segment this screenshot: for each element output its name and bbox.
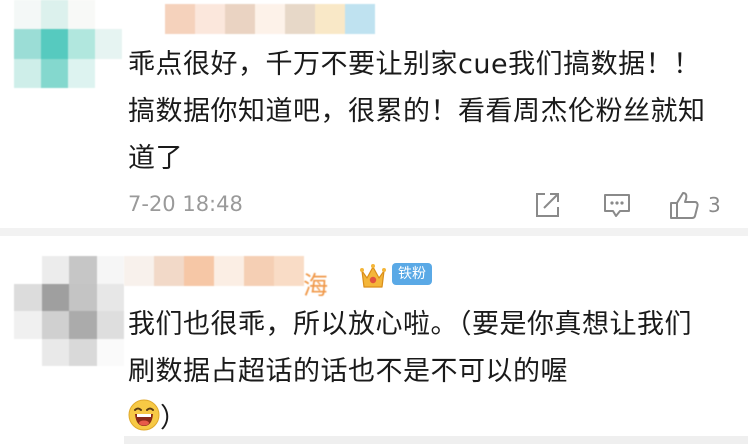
reply-icon [604, 194, 630, 217]
reply-button[interactable] [602, 190, 632, 220]
username-blurred[interactable] [165, 4, 405, 34]
like-button[interactable]: 3 [668, 190, 721, 220]
comment-text-end: ） [160, 403, 188, 434]
comment-text-main: 我们也很乖，所以放心啦。（要是你真想让我们刷数据占超话的话也不是不可以的喔 [128, 309, 692, 387]
comment-text: 乖点很好，千万不要让别家cue我们搞数据！！搞数据你知道吧，很累的！看看周杰伦粉… [128, 49, 706, 174]
avatar-blurred[interactable] [14, 0, 122, 88]
comment-text: 我们也很乖，所以放心啦。（要是你真想让我们刷数据占超话的话也不是不可以的喔 ） [128, 301, 718, 442]
divider [124, 436, 748, 444]
like-count: 3 [708, 193, 721, 217]
share-icon [536, 193, 559, 217]
comment-card: 海 铁粉 我们也很乖，所以放心啦。（要是你真想让我们刷数据占超话的话也不是不可以… [0, 236, 748, 444]
username-visible-char: 海 [303, 271, 329, 300]
laugh-emoji-icon [128, 399, 160, 431]
comment-meta: 7-20 18:48 3 [128, 190, 728, 220]
crown-icon [360, 264, 386, 288]
username-blurred[interactable] [124, 256, 304, 286]
like-icon [670, 192, 699, 219]
comment-card: 乖点很好，千万不要让别家cue我们搞数据！！搞数据你知道吧，很累的！看看周杰伦粉… [0, 0, 748, 236]
fan-badge[interactable]: 铁粉 [392, 263, 432, 285]
timestamp: 7-20 18:48 [128, 192, 243, 216]
avatar-blurred[interactable] [14, 256, 124, 366]
share-button[interactable] [532, 190, 562, 220]
